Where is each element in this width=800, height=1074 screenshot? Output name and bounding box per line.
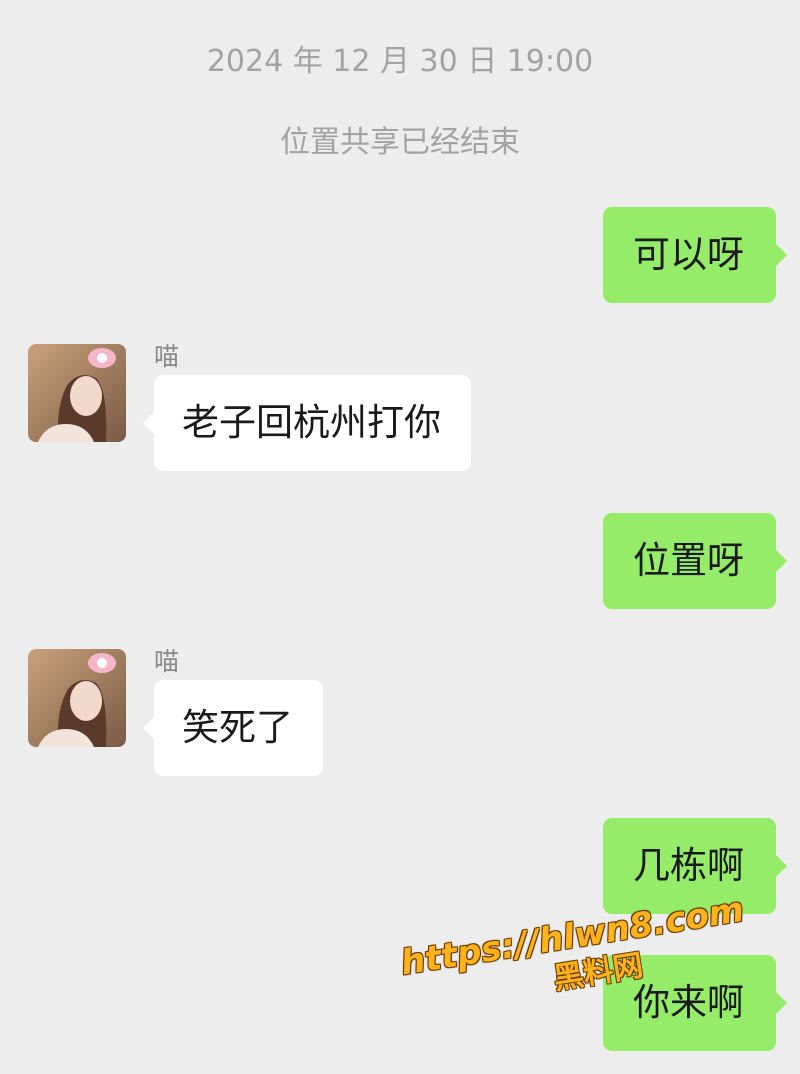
message-text: 位置呀: [633, 539, 744, 582]
message-bubble-incoming[interactable]: 笑死了: [143, 680, 323, 776]
message-text: 几栋啊: [633, 844, 744, 887]
location-sharing-ended-notice: 位置共享已经结束: [280, 125, 520, 160]
message-bubble-outgoing[interactable]: 可以呀: [603, 207, 787, 303]
contact-avatar[interactable]: [28, 649, 126, 747]
sender-name: 喵: [154, 342, 180, 371]
message-text: 你来啊: [633, 981, 744, 1024]
message-text: 可以呀: [633, 233, 744, 276]
message-text: 笑死了: [182, 706, 293, 749]
chat-timestamp: 2024 年 12 月 30 日 19:00: [206, 44, 594, 79]
contact-avatar[interactable]: [28, 344, 126, 442]
message-bubble-outgoing[interactable]: 几栋啊: [603, 818, 787, 914]
message-bubble-outgoing[interactable]: 你来啊: [603, 955, 787, 1051]
message-bubble-incoming[interactable]: 老子回杭州打你: [143, 375, 471, 471]
message-bubble-outgoing[interactable]: 位置呀: [603, 513, 787, 609]
avatar-photo-icon: [28, 344, 126, 442]
sender-name: 喵: [154, 647, 180, 676]
message-text: 老子回杭州打你: [182, 401, 441, 444]
avatar-photo-icon: [28, 649, 126, 747]
